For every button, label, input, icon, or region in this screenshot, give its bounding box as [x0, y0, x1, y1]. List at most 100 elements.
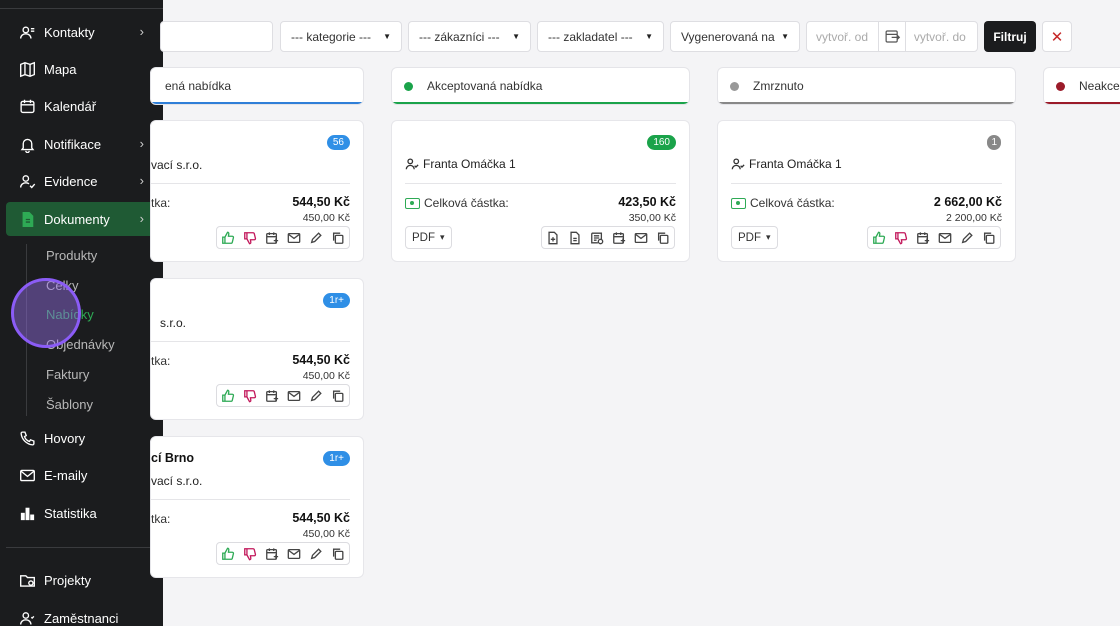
count-badge: 1 — [987, 135, 1001, 150]
search-input[interactable] — [160, 21, 273, 52]
amount-net: 450,00 Kč — [302, 212, 350, 224]
clear-filter-button[interactable]: ✕ — [1042, 21, 1072, 52]
sidebar-item-kontakty[interactable]: Kontakty › — [6, 15, 156, 49]
pdf-dropdown[interactable]: PDF ▾ — [731, 226, 778, 249]
sidebar-item-label: Projekty — [44, 572, 91, 588]
calendar-add-icon[interactable] — [261, 385, 283, 406]
sidebar-item-dokumenty[interactable]: Dokumenty › — [6, 202, 156, 236]
amount-net: 350,00 Kč — [628, 212, 676, 224]
sidebar-item-evidence[interactable]: Evidence › — [6, 164, 156, 198]
sidebar-item-hovory[interactable]: Hovory — [6, 421, 156, 455]
thumbs-up-icon[interactable] — [217, 385, 239, 406]
customers-select-value: --- zákazníci --- — [419, 29, 500, 44]
thumbs-down-icon[interactable] — [239, 385, 261, 406]
copy-icon[interactable] — [652, 227, 674, 248]
generated-select[interactable]: Vygenerovaná nab ▼ — [670, 21, 800, 52]
email-icon[interactable] — [283, 543, 305, 564]
column-header-not-accepted: Neakce — [1043, 67, 1120, 105]
sidebar-item-label: Statistika — [44, 505, 97, 521]
calendar-add-icon[interactable] — [912, 227, 934, 248]
offer-card[interactable]: 1 Franta Omáčka 1 Celková částka: 2 662,… — [717, 120, 1016, 262]
chevron-right-icon: › — [139, 173, 144, 188]
person-icon — [731, 158, 745, 170]
amount-net: 450,00 Kč — [302, 528, 350, 540]
edit-icon[interactable] — [956, 227, 978, 248]
category-select[interactable]: --- kategorie --- ▼ — [280, 21, 402, 52]
date-to-input[interactable]: vytvoř. do — [906, 30, 977, 44]
copy-icon[interactable] — [327, 227, 349, 248]
column-header-accepted: Akceptovaná nabídka — [391, 67, 690, 105]
email-icon[interactable] — [934, 227, 956, 248]
thumbs-up-icon[interactable] — [217, 227, 239, 248]
mail-icon — [18, 466, 36, 484]
founder-select[interactable]: --- zakladatel --- ▼ — [537, 21, 664, 52]
edit-icon[interactable] — [305, 227, 327, 248]
sidebar-item-label: Kalendář — [44, 98, 97, 114]
sidebar-item-label: Kontakty — [44, 24, 95, 40]
thumbs-down-icon[interactable] — [239, 227, 261, 248]
contact-person-name: Franta Omáčka 1 — [749, 157, 842, 171]
calendar-add-icon[interactable] — [261, 227, 283, 248]
sidebar-subitem-sablony[interactable]: Šablony — [46, 397, 93, 412]
copy-icon[interactable] — [978, 227, 1000, 248]
divider — [731, 183, 1002, 184]
calendar-add-icon[interactable] — [261, 543, 283, 564]
sidebar-item-zamestnanci[interactable]: Zaměstnanci — [6, 601, 156, 626]
copy-icon[interactable] — [327, 385, 349, 406]
email-icon[interactable] — [283, 227, 305, 248]
user-check-icon — [18, 172, 36, 190]
sidebar-item-notifikace[interactable]: Notifikace › — [6, 127, 156, 161]
copy-icon[interactable] — [327, 543, 349, 564]
chevron-right-icon: › — [139, 24, 144, 39]
divider — [405, 183, 676, 184]
sidebar-top-divider — [0, 8, 163, 9]
sidebar-item-label: Hovory — [44, 430, 86, 446]
amount-label: Celková částka: — [731, 196, 835, 210]
customers-select[interactable]: --- zákazníci --- ▼ — [408, 21, 531, 52]
thumbs-up-icon[interactable] — [868, 227, 890, 248]
sidebar-item-label: Dokumenty — [44, 211, 110, 227]
edit-icon[interactable] — [305, 543, 327, 564]
pdf-dropdown[interactable]: PDF ▾ — [405, 226, 452, 249]
amount-net: 2 200,00 Kč — [945, 212, 1002, 224]
sidebar-subitem-faktury[interactable]: Faktury — [46, 367, 89, 382]
sidebar-item-statistika[interactable]: Statistika — [6, 496, 156, 530]
sidebar-subitem-produkty[interactable]: Produkty — [46, 248, 97, 263]
caret-down-icon: ▼ — [383, 32, 391, 41]
calendar-add-icon[interactable] — [608, 227, 630, 248]
contacts-icon — [18, 23, 36, 41]
card-actions — [216, 226, 350, 249]
date-from-input[interactable]: vytvoř. od — [807, 30, 878, 44]
offer-card[interactable]: 56 vací s.r.o. tka: 544,50 Kč 450,00 Kč — [150, 120, 364, 262]
sidebar-item-projekty[interactable]: Projekty — [6, 563, 156, 597]
column-header-frozen: Zmrznuto — [717, 67, 1016, 105]
file-invoice-icon[interactable] — [564, 227, 586, 248]
sidebar-item-label: Notifikace — [44, 136, 102, 152]
email-icon[interactable] — [630, 227, 652, 248]
sidebar-item-label: E-maily — [44, 467, 88, 483]
sidebar-item-label: Evidence — [44, 173, 98, 189]
thumbs-down-icon[interactable] — [239, 543, 261, 564]
contact-person: Franta Omáčka 1 — [731, 157, 842, 171]
filter-button[interactable]: Filtruj — [984, 21, 1036, 52]
column-underline — [151, 102, 363, 104]
sidebar-item-mapa[interactable]: Mapa — [6, 52, 156, 86]
amount-total: 2 662,00 Kč — [933, 195, 1002, 209]
column-title: Akceptovaná nabídka — [427, 79, 543, 93]
thumbs-down-icon[interactable] — [890, 227, 912, 248]
email-icon[interactable] — [283, 385, 305, 406]
caret-down-icon: ▼ — [781, 32, 789, 41]
offer-card[interactable]: 1r+ cí Brno vací s.r.o. tka: 544,50 Kč 4… — [150, 436, 364, 578]
amount-label: tka: — [151, 512, 171, 526]
edit-icon[interactable] — [305, 385, 327, 406]
chevron-right-icon: › — [139, 136, 144, 151]
offer-card[interactable]: 160 Franta Omáčka 1 Celková částka: 423,… — [391, 120, 690, 262]
thumbs-up-icon[interactable] — [217, 543, 239, 564]
sidebar-item-emaily[interactable]: E-maily — [6, 458, 156, 492]
offer-card[interactable]: 1r+ s.r.o. tka: 544,50 Kč 450,00 Kč — [150, 278, 364, 420]
calendar-icon — [18, 97, 36, 115]
checklist-icon[interactable] — [586, 227, 608, 248]
chevron-right-icon: › — [139, 211, 144, 226]
sidebar-item-kalendar[interactable]: Kalendář — [6, 89, 156, 123]
file-add-icon[interactable] — [542, 227, 564, 248]
